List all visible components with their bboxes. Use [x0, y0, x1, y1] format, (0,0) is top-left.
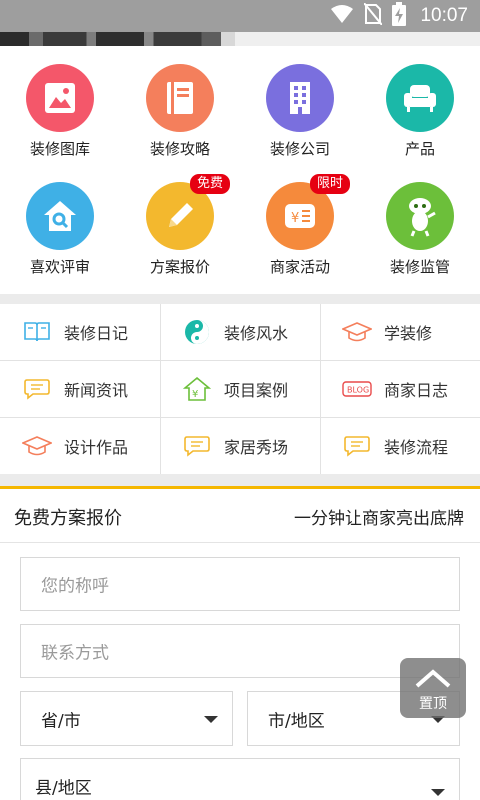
quick-link-news[interactable]: 新闻资讯 — [0, 361, 160, 417]
quick-link-label: 新闻资讯 — [64, 381, 129, 400]
quick-link-home-show[interactable]: 家居秀场 — [160, 418, 320, 474]
quick-link-label: 装修日记 — [64, 324, 129, 343]
category-label: 装修图库 — [29, 140, 90, 158]
category-label: 方案报价 — [149, 258, 210, 276]
city-select-value: 市/地区 — [268, 711, 325, 731]
book-icon — [146, 64, 214, 132]
category-item-company[interactable]: 装修公司 — [240, 46, 360, 166]
section-divider — [0, 294, 480, 304]
category-label: 装修攻略 — [149, 140, 210, 158]
building-icon — [266, 64, 334, 132]
category-label: 商家活动 — [269, 258, 330, 276]
limited-badge: 限时 — [310, 174, 351, 194]
chat-bubble-icon — [182, 431, 212, 461]
quick-link-merchant-log[interactable]: BLOG 商家日志 — [320, 361, 480, 417]
graduation-cap-icon — [22, 431, 52, 461]
house-yen-icon: ¥ — [182, 374, 212, 404]
quick-link-grid: 装修日记 装修风水 学装修 新闻资讯 ¥ 项目案例 BLOG 商家日志 设计作品… — [0, 304, 480, 474]
back-to-top-label: 置顶 — [419, 696, 447, 712]
quick-link-label: 学装修 — [384, 324, 433, 343]
name-input-placeholder: 您的称呼 — [41, 576, 109, 597]
category-item-supervision[interactable]: 装修监管 — [360, 164, 480, 284]
chat-bubble-icon — [342, 431, 372, 461]
quick-link-label: 装修流程 — [384, 438, 449, 457]
app-screen: 10:07 装修图库 装修攻略 装修公司 产品 喜欢评审 免费 方案报价 ¥ 限… — [0, 0, 480, 800]
province-select-value: 省/市 — [41, 711, 81, 731]
open-book-icon — [22, 317, 52, 347]
quote-form-title: 免费方案报价 — [14, 508, 122, 529]
svg-text:¥: ¥ — [291, 211, 299, 226]
quote-form-subtitle: 一分钟让商家亮出底牌 — [294, 509, 464, 529]
category-item-review[interactable]: 喜欢评审 — [0, 164, 120, 284]
quick-link-diary[interactable]: 装修日记 — [0, 304, 160, 360]
contact-input-placeholder: 联系方式 — [41, 643, 109, 664]
quick-link-fengshui[interactable]: 装修风水 — [160, 304, 320, 360]
quick-link-label: 装修风水 — [224, 324, 289, 343]
quick-link-design-works[interactable]: 设计作品 — [0, 418, 160, 474]
grid-divider — [320, 304, 321, 474]
banner-image[interactable] — [0, 32, 480, 46]
category-item-guide[interactable]: 装修攻略 — [120, 46, 240, 166]
blog-icon: BLOG — [342, 374, 372, 404]
no-sim-icon — [363, 2, 384, 29]
county-select[interactable]: 县/地区 — [20, 758, 460, 800]
house-search-icon — [26, 182, 94, 250]
grid-divider — [0, 417, 480, 418]
county-select-value: 县/地区 — [35, 778, 92, 799]
quick-link-label: 设计作品 — [64, 438, 129, 457]
category-item-product[interactable]: 产品 — [360, 46, 480, 166]
contact-input[interactable]: 联系方式 — [20, 624, 460, 678]
category-label: 装修公司 — [269, 140, 330, 158]
status-time: 10:07 — [420, 5, 468, 26]
mascot-icon — [386, 182, 454, 250]
category-item-merchant-activity[interactable]: ¥ 限时 商家活动 — [240, 164, 360, 284]
quick-link-process[interactable]: 装修流程 — [320, 418, 480, 474]
grid-divider — [0, 360, 480, 361]
graduation-cap-icon — [342, 317, 372, 347]
category-label: 产品 — [404, 140, 435, 158]
quick-link-label: 家居秀场 — [224, 438, 289, 457]
name-input[interactable]: 您的称呼 — [20, 557, 460, 611]
province-select[interactable]: 省/市 — [20, 691, 233, 746]
picture-icon — [26, 64, 94, 132]
section-divider — [0, 474, 480, 486]
grid-divider — [160, 304, 161, 474]
battery-charging-icon — [392, 2, 407, 30]
quick-link-label: 商家日志 — [384, 381, 449, 400]
svg-text:¥: ¥ — [192, 389, 198, 400]
category-icon-grid: 装修图库 装修攻略 装修公司 产品 喜欢评审 免费 方案报价 ¥ 限时 商家活动… — [0, 46, 480, 294]
category-label: 喜欢评审 — [29, 258, 90, 276]
wifi-icon — [330, 4, 354, 28]
free-badge: 免费 — [190, 174, 231, 194]
quick-link-learn[interactable]: 学装修 — [320, 304, 480, 360]
quick-link-label: 项目案例 — [224, 381, 289, 400]
chat-bubble-icon — [22, 374, 52, 404]
yin-yang-icon — [182, 317, 212, 347]
quote-form-header: 免费方案报价 一分钟让商家亮出底牌 — [0, 489, 480, 543]
category-item-gallery[interactable]: 装修图库 — [0, 46, 120, 166]
back-to-top-button[interactable]: 置顶 — [400, 658, 466, 718]
blog-icon-text: BLOG — [347, 386, 369, 395]
chevron-up-icon — [415, 669, 451, 688]
category-label: 装修监管 — [389, 258, 450, 276]
quick-link-cases[interactable]: ¥ 项目案例 — [160, 361, 320, 417]
sofa-icon — [386, 64, 454, 132]
chevron-down-icon — [204, 715, 218, 723]
category-item-quote[interactable]: 免费 方案报价 — [120, 164, 240, 284]
chevron-down-icon — [431, 789, 445, 796]
status-bar: 10:07 — [0, 0, 480, 32]
